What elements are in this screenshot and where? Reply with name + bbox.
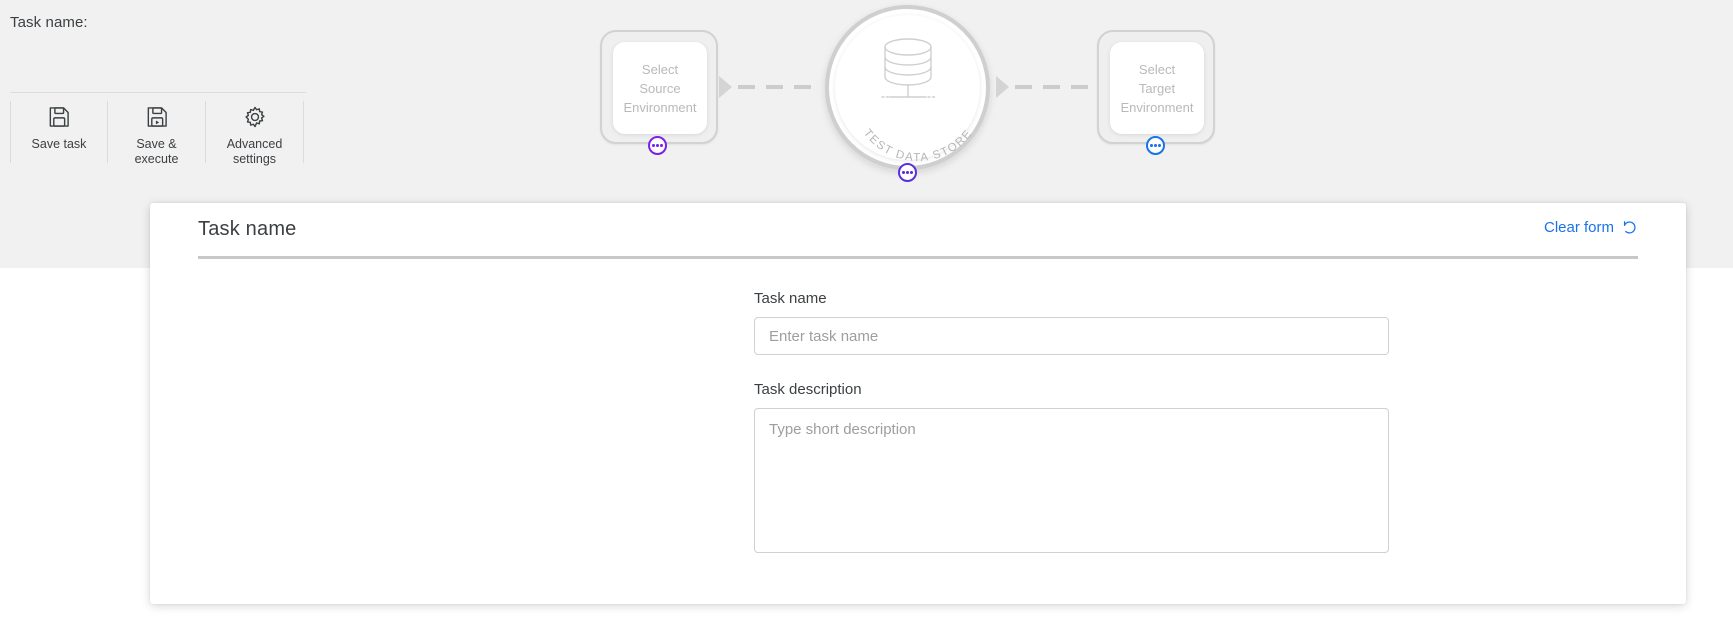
advanced-settings-button[interactable]: Advanced settings: [206, 101, 304, 163]
test-data-store-label: TEST DATA STORE: [861, 127, 975, 164]
gear-icon: [242, 104, 268, 130]
more-options-icon: [652, 144, 664, 147]
flow-diagram: Select Source Environment: [560, 0, 1260, 200]
task-description-field-label: Task description: [754, 381, 1686, 398]
toolbar-divider: [10, 92, 306, 93]
arrow-head-source-to-store: [719, 76, 732, 98]
save-and-execute-button[interactable]: Save & execute: [108, 101, 206, 163]
test-data-store-node[interactable]: TEST DATA STORE: [825, 5, 990, 170]
connector-source-to-store: [738, 85, 811, 89]
test-data-store-inner: TEST DATA STORE: [835, 15, 980, 160]
save-and-execute-label: Save & execute: [135, 137, 179, 167]
arrow-head-store-to-target: [996, 76, 1009, 98]
source-environment-label: Select Source Environment: [620, 60, 701, 117]
task-form-body: Task name Task description: [150, 259, 1686, 558]
source-environment-inner: Select Source Environment: [613, 42, 707, 134]
clear-form-label: Clear form: [1544, 219, 1614, 236]
task-name-field-group: Task name: [754, 290, 1686, 355]
target-environment-inner: Select Target Environment: [1110, 42, 1204, 134]
reset-arrow-icon: [1621, 219, 1638, 236]
task-name-input[interactable]: [754, 317, 1389, 355]
target-node-options-badge[interactable]: [1146, 136, 1165, 155]
advanced-settings-label: Advanced settings: [227, 137, 283, 167]
save-icon: [46, 104, 72, 130]
clear-form-button[interactable]: Clear form: [1544, 219, 1638, 240]
save-execute-icon: [144, 104, 170, 130]
save-task-label: Save task: [32, 137, 87, 152]
save-task-button[interactable]: Save task: [10, 101, 108, 163]
more-options-icon: [1150, 144, 1162, 147]
task-description-field-group: Task description: [754, 381, 1686, 558]
task-name-heading: Task name:: [10, 14, 88, 31]
svg-text:TEST DATA STORE: TEST DATA STORE: [861, 127, 975, 164]
database-icon: [870, 37, 946, 105]
target-environment-node[interactable]: Select Target Environment: [1097, 30, 1215, 144]
toolbar: Save task Save & execute Advanced se: [10, 101, 304, 163]
task-description-textarea[interactable]: [754, 408, 1389, 553]
app-root: Task name: Save task Sa: [0, 0, 1733, 637]
more-options-icon: [902, 171, 914, 174]
source-environment-node[interactable]: Select Source Environment: [600, 30, 718, 144]
page-title: Task name: [198, 218, 297, 241]
task-form-card: Task name Clear form Task name Task desc…: [150, 203, 1686, 604]
store-node-options-badge[interactable]: [898, 163, 917, 182]
source-node-options-badge[interactable]: [648, 136, 667, 155]
target-environment-label: Select Target Environment: [1117, 60, 1198, 117]
task-name-field-label: Task name: [754, 290, 1686, 307]
connector-store-to-target: [1015, 85, 1088, 89]
task-form-header: Task name Clear form: [198, 203, 1638, 259]
